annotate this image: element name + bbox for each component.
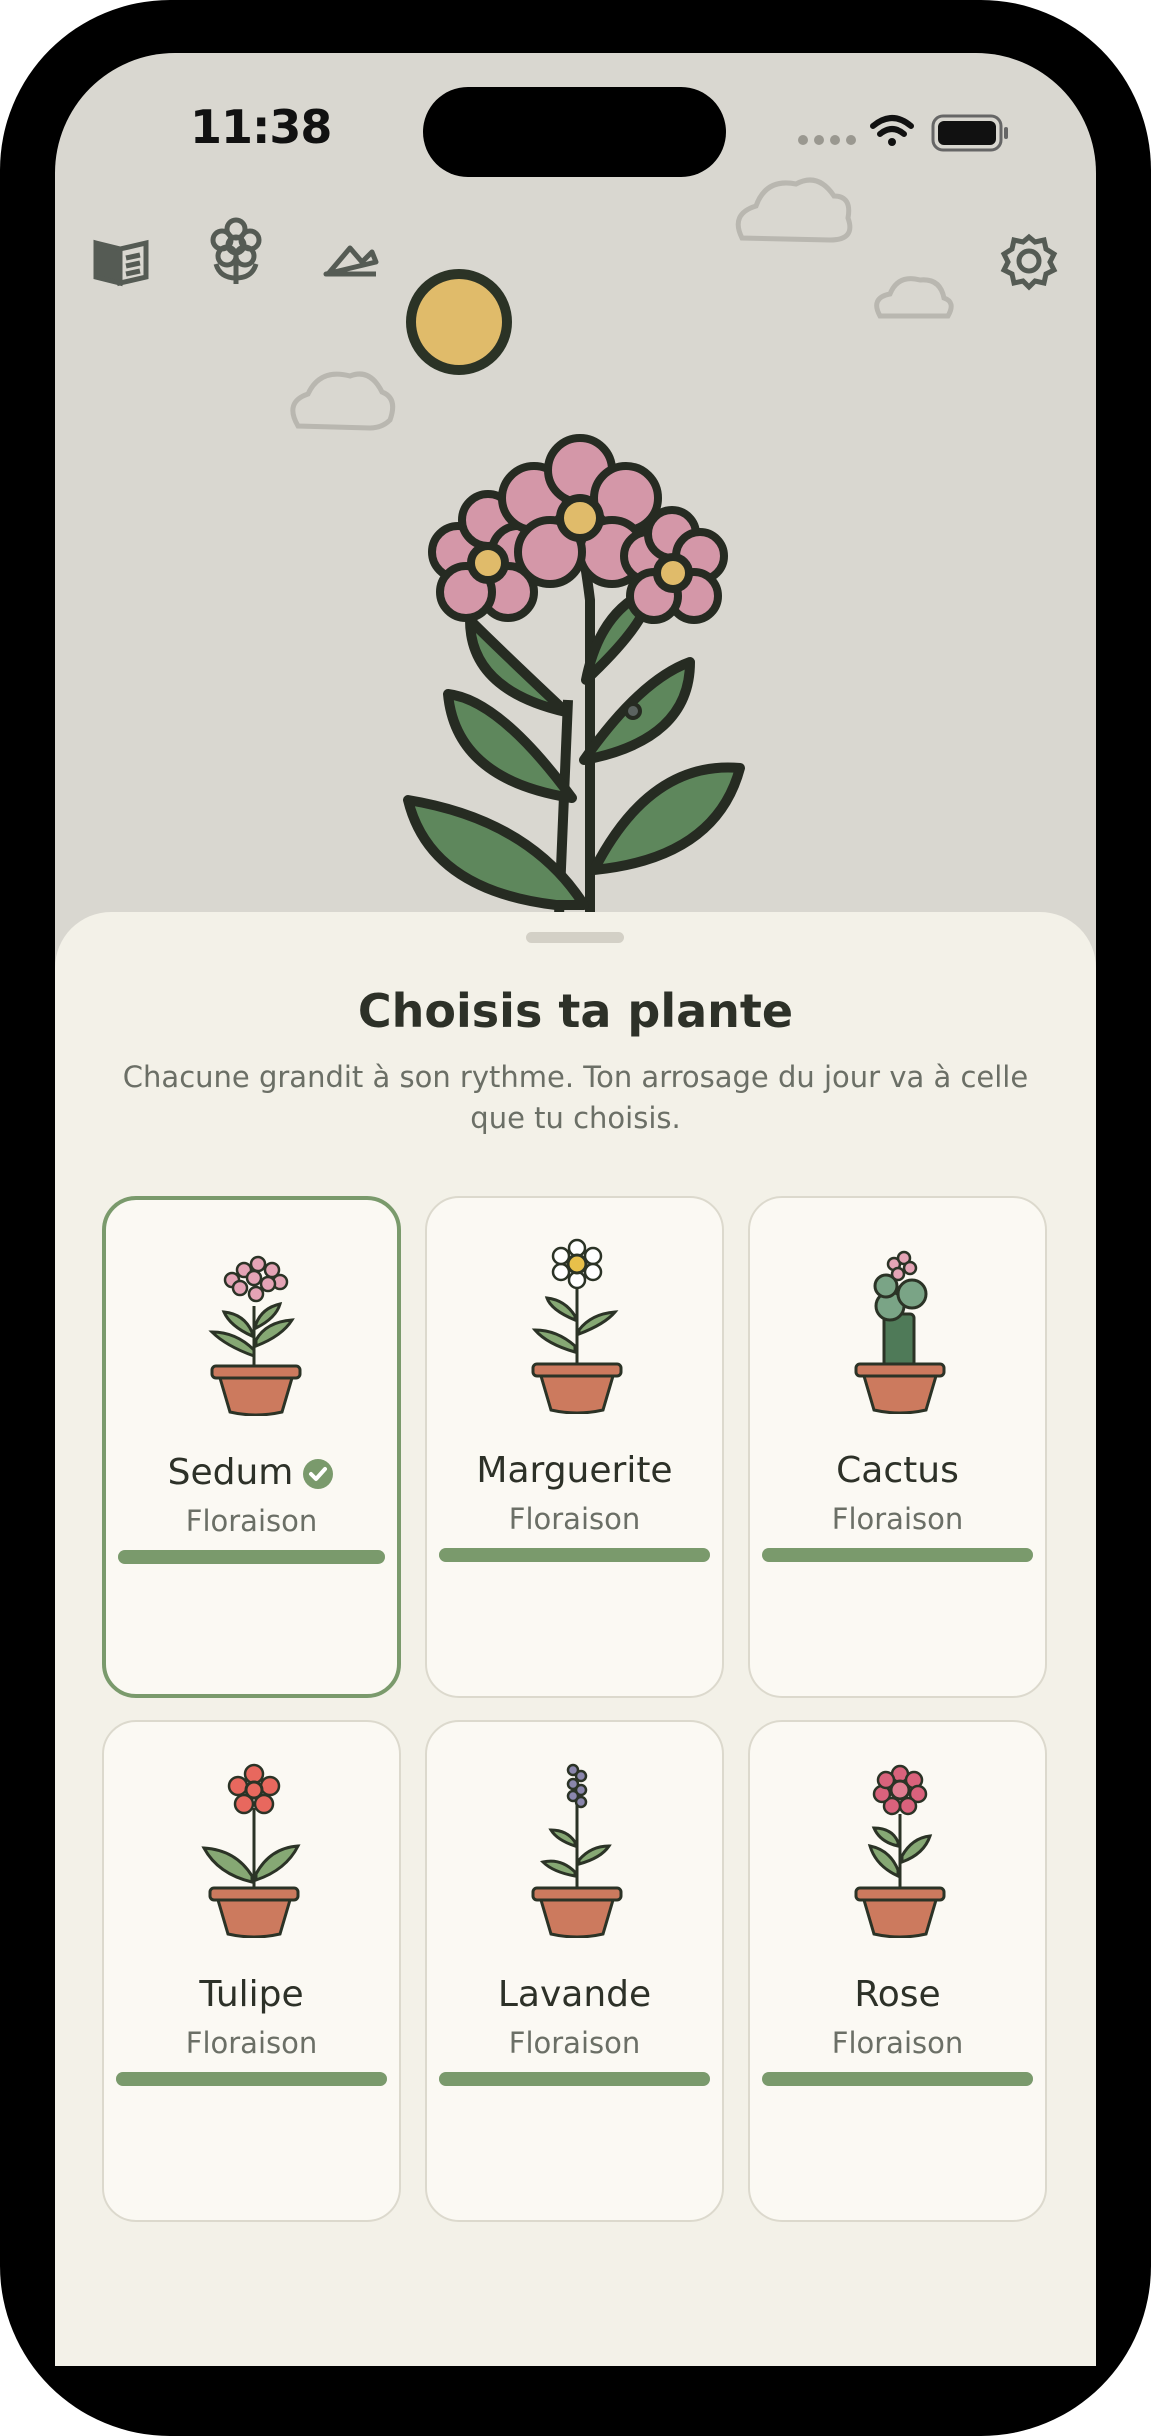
sheet-title: Choisis ta plante: [357, 984, 794, 1038]
plant-name: Cactus: [836, 1450, 959, 1491]
cloud-icon: [735, 177, 853, 243]
plant-name: Lavande: [497, 1974, 652, 2015]
plant-name: Tulipe: [199, 1974, 304, 2015]
cloud-icon: [290, 371, 396, 431]
plant-name: Rose: [854, 1974, 941, 2015]
plant-card-sedum[interactable]: Sedum Floraison: [102, 1196, 401, 1698]
battery-icon: [931, 114, 1008, 152]
plant-name: Sedum: [106, 1452, 397, 1493]
checkmark-icon: [303, 1459, 334, 1489]
flower-icon[interactable]: [210, 217, 262, 284]
plant-stage: Floraison: [831, 2026, 964, 2060]
sedum-icon: [208, 1255, 302, 1416]
sheet-handle[interactable]: [526, 932, 624, 943]
progress-fill: [762, 2072, 1033, 2086]
cloud-icon: [874, 276, 954, 319]
plant-name: Marguerite: [476, 1450, 673, 1491]
progress-fill: [762, 1548, 1033, 1562]
status-time: 11:38: [190, 100, 332, 154]
progress-fill: [439, 1548, 710, 1562]
mountains-icon[interactable]: [323, 245, 379, 277]
gear-icon[interactable]: [1000, 233, 1058, 291]
growth-progress-bar: [116, 2072, 387, 2086]
plant-stage: Floraison: [508, 1502, 641, 1536]
plant-stage: Floraison: [831, 1502, 964, 1536]
plant-picker-sheet: Choisis ta plante Chacune grandit à son …: [55, 912, 1096, 2366]
progress-fill: [116, 2072, 387, 2086]
daisy-icon: [531, 1238, 623, 1414]
rose-icon: [854, 1764, 946, 1938]
growth-progress-bar: [762, 2072, 1033, 2086]
status-icons: [795, 108, 1015, 158]
growth-progress-bar: [762, 1548, 1033, 1562]
sheet-subtitle: Chacune grandit à son rythme. Ton arrosa…: [122, 1060, 1029, 1135]
plant-stage: Floraison: [185, 2026, 318, 2060]
wifi-icon: [870, 115, 914, 146]
growth-progress-bar: [439, 2072, 710, 2086]
growth-progress-bar: [439, 1548, 710, 1562]
plant-stage: Floraison: [185, 1504, 318, 1538]
plant-card-marguerite[interactable]: Marguerite Floraison: [425, 1196, 724, 1698]
progress-fill: [118, 1550, 385, 1564]
plant-card-tulipe[interactable]: Tulipe Floraison: [102, 1720, 401, 2222]
growth-progress-bar: [118, 1550, 385, 1564]
lavender-icon: [531, 1763, 623, 1938]
book-icon[interactable]: [93, 239, 149, 287]
cactus-icon: [854, 1250, 946, 1414]
cellular-signal-icon: [798, 135, 856, 145]
dynamic-island: [423, 87, 726, 177]
plant-card-rose[interactable]: Rose Floraison: [748, 1720, 1047, 2222]
tulip-icon: [201, 1763, 301, 1938]
progress-fill: [439, 2072, 710, 2086]
plant-stage: Floraison: [508, 2026, 641, 2060]
sun-icon: [406, 269, 512, 375]
plant-card-lavande[interactable]: Lavande Floraison: [425, 1720, 724, 2222]
main-plant-illustration: [403, 434, 745, 941]
plant-card-cactus[interactable]: Cactus Floraison: [748, 1196, 1047, 1698]
